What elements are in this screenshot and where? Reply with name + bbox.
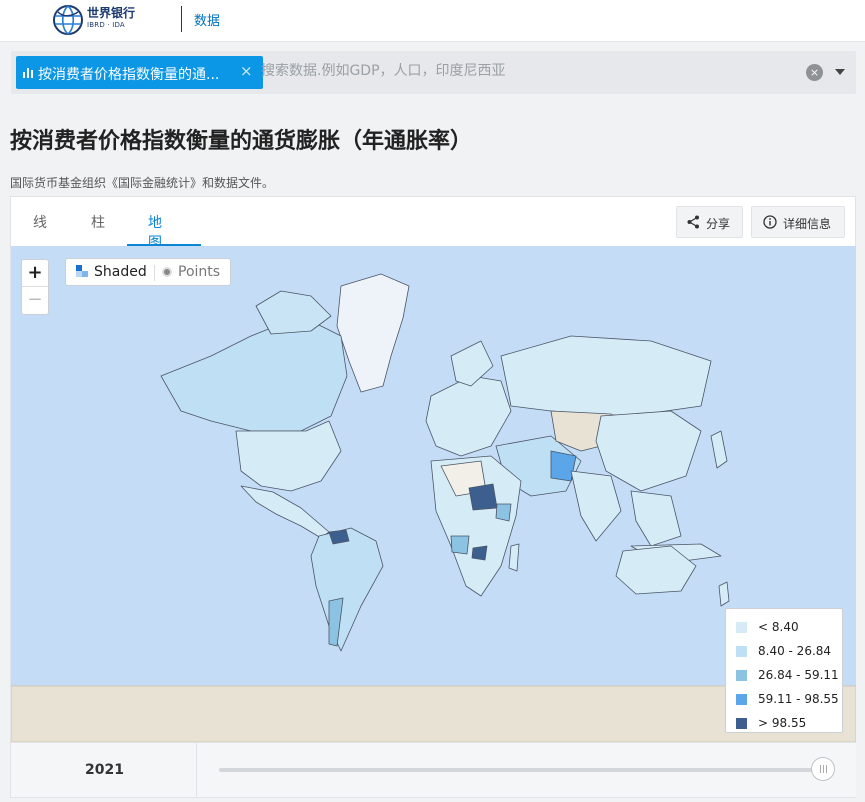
- selected-year: 2021: [85, 762, 124, 778]
- europe: [425, 375, 512, 457]
- zoom-control: + −: [21, 259, 49, 315]
- legend-label: 8.40 - 26.84: [758, 644, 832, 658]
- mode-points[interactable]: Points: [162, 264, 220, 280]
- angola: [450, 535, 470, 555]
- usa: [235, 420, 342, 492]
- world-bank-globe-icon[interactable]: [52, 4, 84, 36]
- greenland: [336, 273, 410, 393]
- share-button[interactable]: 分享: [676, 206, 743, 238]
- canada-alaska: [160, 315, 348, 432]
- logo-title[interactable]: 世界银行: [87, 7, 135, 20]
- zoom-out-button[interactable]: −: [22, 287, 48, 314]
- legend-swatch: [736, 646, 747, 657]
- southeast-asia: [630, 490, 682, 547]
- tag-label: 按消费者价格指数衡量的通...: [38, 67, 220, 83]
- legend-label: 59.11 - 98.55: [758, 692, 839, 706]
- details-button[interactable]: 详细信息: [751, 206, 845, 238]
- zoom-in-button[interactable]: +: [22, 260, 48, 287]
- south-asia: [570, 470, 622, 542]
- dropdown-caret-icon[interactable]: [835, 69, 845, 75]
- data-source-note: 国际货币基金组织《国际金融统计》和数据文件。: [10, 176, 275, 190]
- japan: [710, 430, 728, 469]
- info-icon: [763, 215, 777, 229]
- new-zealand: [718, 581, 730, 607]
- map-legend: < 8.40 8.40 - 26.84 26.84 - 59.11 59.11 …: [725, 608, 843, 733]
- indicator-search-bar[interactable]: 按消费者价格指数衡量的通... × ×: [11, 51, 856, 94]
- mode-shaded-label: Shaded: [94, 264, 147, 280]
- points-dot-icon: [162, 267, 172, 277]
- clear-search-icon[interactable]: ×: [806, 64, 823, 81]
- legend-label: 26.84 - 59.11: [758, 668, 839, 682]
- selected-indicator-tag[interactable]: 按消费者价格指数衡量的通... ×: [16, 56, 263, 89]
- zimbabwe: [471, 545, 488, 561]
- logo-subtitle: IBRD · IDA: [87, 21, 125, 29]
- tab-bar[interactable]: 柱: [91, 212, 105, 232]
- share-icon: [687, 215, 699, 229]
- south-america: [310, 527, 384, 652]
- timeline-divider: [196, 743, 197, 798]
- year-slider-handle[interactable]: [811, 757, 835, 781]
- page-title: 按消费者价格指数衡量的通货膨胀（年通胀率）: [10, 129, 473, 154]
- search-input[interactable]: [261, 63, 791, 79]
- tab-line[interactable]: 线: [33, 212, 47, 232]
- share-label: 分享: [706, 217, 731, 231]
- header-divider: [181, 6, 182, 32]
- map-mode-toggle: Shaded Points: [65, 258, 231, 286]
- year-slider-track[interactable]: [219, 768, 819, 772]
- nav-data-link[interactable]: 数据: [194, 10, 220, 29]
- bar-chart-icon: [23, 68, 33, 78]
- mode-divider: [154, 265, 155, 281]
- mode-shaded[interactable]: Shaded: [76, 264, 147, 280]
- details-label: 详细信息: [783, 217, 832, 231]
- legend-label: < 8.40: [758, 620, 799, 634]
- venezuela: [328, 529, 350, 545]
- legend-label: > 98.55: [758, 716, 807, 730]
- mexico-central-america: [240, 485, 330, 539]
- mode-points-label: Points: [178, 264, 221, 280]
- choropleth-map[interactable]: + − Shaded Points < 8.40 8.40 - 26.84 26…: [11, 246, 856, 742]
- madagascar: [508, 543, 520, 572]
- tag-remove-icon[interactable]: ×: [240, 62, 253, 80]
- top-header: 世界银行 IBRD · IDA 数据: [0, 0, 865, 42]
- grip-icon: [820, 765, 827, 773]
- ethiopia-region: [495, 503, 512, 522]
- legend-swatch: [736, 694, 747, 705]
- sudan: [468, 483, 498, 511]
- legend-swatch: [736, 670, 747, 681]
- year-timeline: 2021: [11, 742, 856, 798]
- russia: [500, 335, 712, 417]
- legend-swatch: [736, 622, 747, 633]
- shaded-squares-icon: [76, 265, 88, 277]
- legend-swatch: [736, 718, 747, 729]
